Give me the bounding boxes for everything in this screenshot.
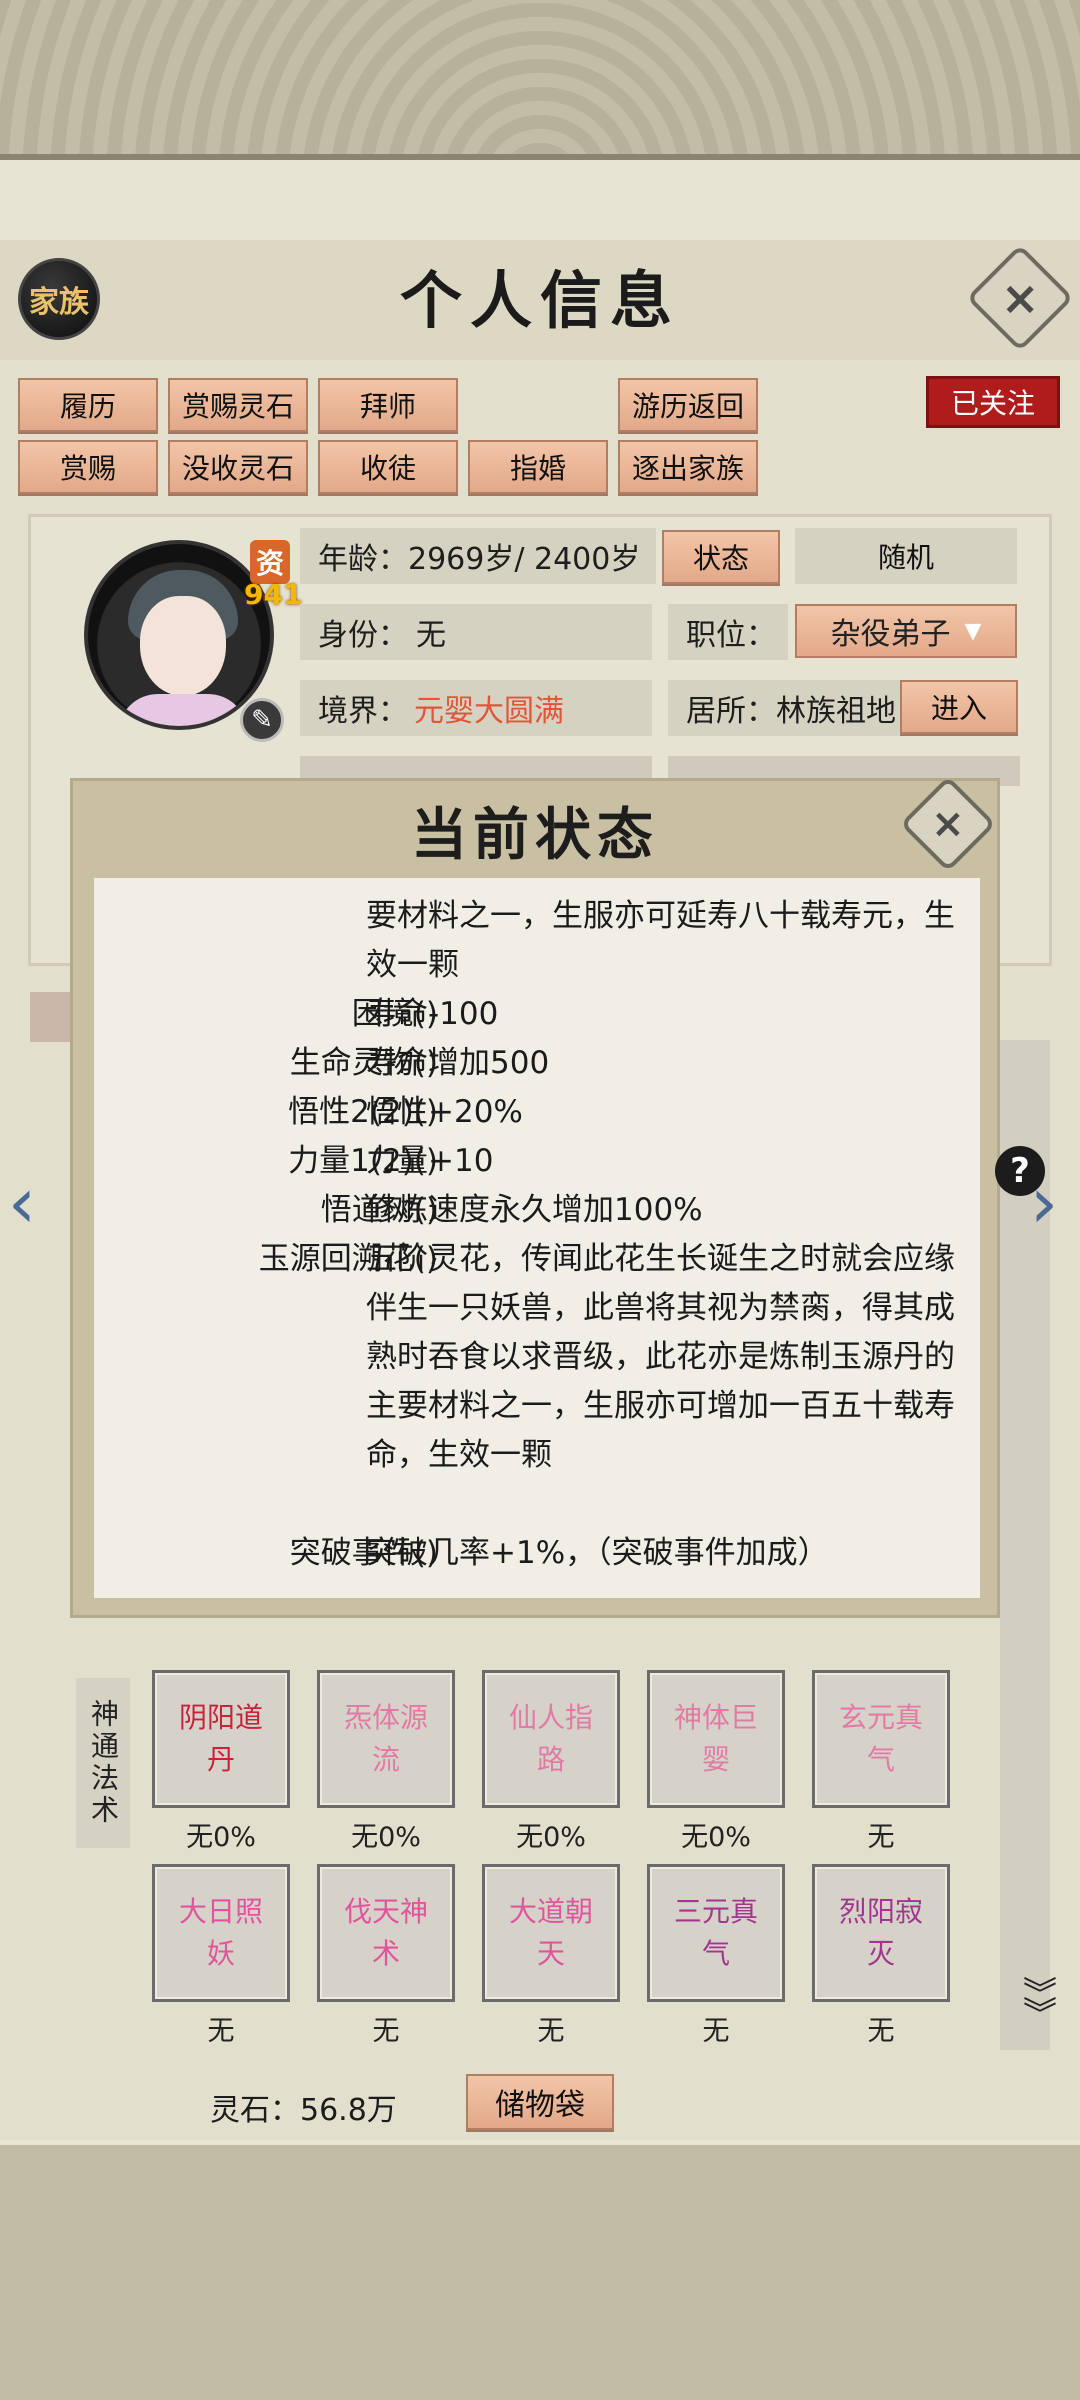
- skill-progress: 无0%: [681, 1822, 751, 1853]
- page-title: 个人信息: [399, 264, 680, 337]
- skill-slot[interactable]: 大道朝天: [482, 1864, 620, 2002]
- skill-slot[interactable]: 玄元真气: [812, 1670, 950, 1808]
- skill-name: 仙人指路: [508, 1701, 593, 1776]
- skill-progress: 无0%: [516, 1822, 586, 1853]
- status-button[interactable]: 状态: [662, 530, 780, 584]
- position-label: 职位：: [668, 604, 788, 660]
- skill-progress: 无0%: [186, 1822, 256, 1853]
- spirit-stone-count: 灵石：56.8万: [210, 2093, 397, 2128]
- skill-progress: 无: [372, 2016, 400, 2047]
- skill-name: 伐天神术: [343, 1895, 428, 1970]
- skill-name: 三元真气: [673, 1895, 758, 1970]
- status-value: 寿命-100: [366, 996, 499, 1032]
- skill-slot[interactable]: 大日照妖: [152, 1864, 290, 2002]
- help-icon[interactable]: ?: [995, 1146, 1045, 1196]
- take-disciple-button[interactable]: 收徒: [318, 440, 458, 494]
- dialog-title: 当前状态: [411, 802, 659, 868]
- status-value: 修炼速度永久增加100%: [366, 1192, 703, 1228]
- apprentice-button[interactable]: 拜师: [318, 378, 458, 432]
- close-icon: ×: [1000, 270, 1040, 325]
- skill-progress: 无: [867, 1822, 895, 1853]
- chevron-down-icon: ▼: [964, 618, 982, 644]
- status-value: 要材料之一，生服亦可延寿八十载寿元，生效一颗: [366, 898, 955, 983]
- avatar: [84, 540, 274, 730]
- skill-name: 玄元真气: [838, 1701, 923, 1776]
- history-button[interactable]: 履历: [18, 378, 158, 432]
- status-value: 寿命增加500: [366, 1045, 550, 1081]
- skills-label: 神通法术: [76, 1678, 130, 1848]
- arrow-left-icon[interactable]: ‹: [8, 1168, 48, 1238]
- followed-badge[interactable]: 已关注: [926, 376, 1060, 428]
- dialog-body: 要材料之一，生服亦可延寿八十载寿元，生效一颗 困境() 寿命-100 生命灵物(…: [94, 878, 980, 1598]
- identity-field: 身份： 无: [300, 604, 652, 660]
- realm-value: 元婴大圆满: [414, 694, 564, 729]
- skill-name: 大日照妖: [178, 1895, 263, 1970]
- skill-slot[interactable]: 仙人指路: [482, 1670, 620, 1808]
- status-value: 悟性+20%: [366, 1094, 523, 1130]
- skill-name: 炁体源流: [343, 1701, 428, 1776]
- reward-button[interactable]: 赏赐: [18, 440, 158, 494]
- storage-bag-button[interactable]: 储物袋: [466, 2074, 614, 2130]
- travel-return-button[interactable]: 游历返回: [618, 378, 758, 432]
- edit-icon[interactable]: ✎: [240, 698, 284, 742]
- skill-progress: 无: [867, 2016, 895, 2047]
- identity-value: 无: [416, 618, 446, 653]
- arrange-marriage-button[interactable]: 指婚: [468, 440, 608, 494]
- skill-slot[interactable]: 伐天神术: [317, 1864, 455, 2002]
- status-value: 力量+10: [366, 1143, 494, 1179]
- status-value: 突破几率+1%，（突破事件加成）: [366, 1535, 829, 1571]
- reward-stone-button[interactable]: 赏赐灵石: [168, 378, 308, 432]
- close-icon: ×: [931, 800, 965, 847]
- skill-slot[interactable]: 三元真气: [647, 1864, 785, 2002]
- age-field: 年龄：2969岁/ 2400岁: [300, 528, 656, 584]
- position-value: 杂役弟子: [830, 617, 951, 652]
- bottom-decoration: [0, 2145, 1080, 2400]
- skill-slot[interactable]: 炁体源流: [317, 1670, 455, 1808]
- skill-progress: 无0%: [351, 1822, 421, 1853]
- skill-progress: 无: [702, 2016, 730, 2047]
- avatar-face: [140, 596, 226, 696]
- realm-field: 境界： 元婴大圆满: [300, 680, 652, 736]
- skill-slot[interactable]: 阴阳道丹: [152, 1670, 290, 1808]
- talent-value: 941: [244, 578, 303, 611]
- confiscate-stone-button[interactable]: 没收灵石: [168, 440, 308, 494]
- skill-name: 神体巨婴: [673, 1701, 758, 1776]
- skill-name: 大道朝天: [508, 1895, 593, 1970]
- status-value: 五阶灵花，传闻此花生长诞生之时就会应缘伴生一只妖兽，此兽将其视为禁脔，得其成熟时…: [366, 1241, 955, 1473]
- expel-button[interactable]: 逐出家族: [618, 440, 758, 494]
- skill-slot[interactable]: 烈阳寂灭: [812, 1864, 950, 2002]
- avatar-robe: [118, 694, 248, 726]
- top-decoration: [0, 0, 1080, 160]
- expand-down-icon[interactable]: ︾ ︾: [1010, 1978, 1070, 2055]
- realm-label: 境界：: [318, 694, 408, 729]
- skill-slot[interactable]: 神体巨婴: [647, 1670, 785, 1808]
- random-button[interactable]: 随机: [795, 528, 1017, 584]
- skill-progress: 无: [537, 2016, 565, 2047]
- skill-name: 阴阳道丹: [178, 1701, 263, 1776]
- residence-field: 居所：林族祖地: [668, 680, 900, 736]
- skill-progress: 无: [207, 2016, 235, 2047]
- skill-name: 烈阳寂灭: [838, 1895, 923, 1970]
- position-select[interactable]: 杂役弟子 ▼: [795, 604, 1017, 658]
- identity-label: 身份：: [318, 618, 408, 653]
- enter-button[interactable]: 进入: [900, 680, 1018, 734]
